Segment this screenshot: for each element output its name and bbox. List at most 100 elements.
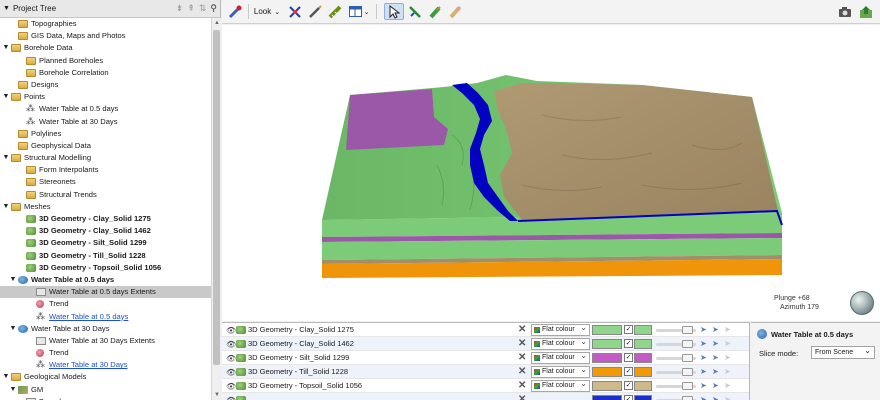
option-icon[interactable]: ➤	[724, 367, 731, 376]
view-compass-icon[interactable]	[850, 291, 874, 315]
colour-mode-select[interactable]: Flat colour	[531, 323, 590, 336]
look-menu-button[interactable]: Look ⌄	[252, 3, 282, 20]
expand-arrow-icon[interactable]: ▼	[2, 152, 10, 164]
opacity-slider-thumb[interactable]	[682, 326, 693, 334]
select-tool-button[interactable]	[384, 3, 404, 20]
show-checkbox[interactable]: ✓	[624, 381, 633, 390]
tree-item[interactable]: 3D Geometry - Topsoil_Solid 1056	[0, 262, 211, 274]
colour-swatch[interactable]	[592, 353, 622, 363]
tree-item[interactable]: Water Table at 0.5 days	[0, 310, 211, 323]
collapse-arrow-icon[interactable]: ▼	[3, 5, 10, 12]
eraser-tool-button[interactable]	[446, 3, 464, 20]
tree-item[interactable]: Topographies	[0, 18, 211, 30]
visibility-eye-icon[interactable]: 👁	[226, 368, 236, 377]
tree-item[interactable]: Water Table at 30 Days Extents	[0, 335, 211, 347]
remove-icon[interactable]: ✕	[518, 380, 526, 391]
expand-arrow-icon[interactable]: ▼	[2, 91, 10, 103]
tree-item[interactable]: ▼ Water Table at 0.5 days	[0, 274, 211, 286]
tree-item[interactable]: Polylines	[0, 128, 211, 140]
draw-slice-button[interactable]	[306, 3, 324, 20]
properties-arrow-icon[interactable]: ➤	[700, 353, 707, 362]
tree-item[interactable]: Trend	[0, 347, 211, 359]
opacity-slider-thumb[interactable]	[682, 354, 693, 362]
sort-icon[interactable]: ⇅	[199, 3, 207, 14]
tree-item[interactable]: Water Table at 30 Days	[0, 115, 211, 128]
visibility-eye-icon[interactable]: 👁	[226, 396, 236, 400]
geological-model-render[interactable]	[222, 25, 880, 321]
tree-item[interactable]: Water Table at 0.5 days Extents	[0, 286, 211, 299]
remove-icon[interactable]: ✕	[518, 394, 526, 400]
tree-item[interactable]: ▼ GM	[0, 384, 211, 396]
tree-item[interactable]: 3D Geometry - Clay_Solid 1462	[0, 225, 211, 237]
visibility-eye-icon[interactable]: 👁	[226, 340, 236, 349]
clip-arrow-icon[interactable]: ➤	[712, 367, 719, 376]
shape-row[interactable]: 👁 3D Geometry - Clay_Solid 1462 ✕ Flat colo…	[222, 337, 749, 351]
colour-swatch[interactable]	[592, 395, 622, 400]
tree-item[interactable]: Stereonets	[0, 176, 211, 188]
show-checkbox[interactable]: ✓	[624, 353, 633, 362]
shape-row[interactable]: 👁 3D Geometry - Till_Solid 1228 ✕ Flat colo…	[222, 365, 749, 379]
clip-arrow-icon[interactable]: ➤	[712, 339, 719, 348]
expand-arrow-icon[interactable]: ▼	[2, 201, 10, 213]
tree-item[interactable]: Designs	[0, 79, 211, 91]
export-scene-button[interactable]	[857, 3, 875, 20]
colour-swatch[interactable]	[592, 339, 622, 349]
tree-item[interactable]: GIS Data, Maps and Photos	[0, 30, 211, 42]
tree-item[interactable]: Boundary	[0, 396, 211, 400]
search-icon[interactable]: ⚲	[210, 3, 217, 14]
tree-item[interactable]: ▼ Borehole Data	[0, 42, 211, 54]
option-icon[interactable]: ➤	[724, 353, 731, 362]
option-icon[interactable]: ➤	[724, 381, 731, 390]
tree-scrollbar[interactable]: ▲ ▼	[211, 18, 221, 400]
move-down-icon[interactable]: ⇟	[176, 3, 184, 14]
opacity-slider-thumb[interactable]	[682, 382, 693, 390]
remove-icon[interactable]: ✕	[518, 338, 526, 349]
colour-swatch[interactable]	[592, 367, 622, 377]
clip-arrow-icon[interactable]: ➤	[712, 395, 719, 400]
show-checkbox[interactable]: ✓	[624, 367, 633, 376]
visibility-eye-icon[interactable]: 👁	[226, 354, 236, 363]
colour-swatch[interactable]	[592, 325, 622, 335]
option-icon[interactable]: ➤	[724, 339, 731, 348]
slice-mode-select[interactable]: From Scene	[811, 345, 875, 359]
tree-item[interactable]: ▼ Geological Models	[0, 371, 211, 383]
properties-arrow-icon[interactable]: ➤	[700, 325, 707, 334]
remove-icon[interactable]: ✕	[518, 324, 526, 335]
scrollbar-thumb[interactable]	[213, 30, 220, 365]
move-up-icon[interactable]: ⇞	[187, 3, 195, 14]
measure-button[interactable]	[326, 3, 344, 20]
show-checkbox[interactable]: ✓	[624, 395, 633, 400]
colour-swatch-secondary[interactable]	[634, 381, 652, 391]
shape-row[interactable]: 👁 ✕ ✓ ➤ ➤ ➤	[222, 393, 749, 400]
tree-item[interactable]: 3D Geometry - Silt_Solid 1299	[0, 237, 211, 249]
layout-menu-button[interactable]: ⌄	[347, 3, 371, 20]
clip-arrow-icon[interactable]: ➤	[712, 353, 719, 362]
properties-arrow-icon[interactable]: ➤	[700, 381, 707, 390]
show-checkbox[interactable]: ✓	[624, 325, 633, 334]
expand-arrow-icon[interactable]: ▼	[2, 42, 10, 54]
option-icon[interactable]: ➤	[724, 395, 731, 400]
tree-item[interactable]: ▼ Water Table at 30 Days	[0, 323, 211, 335]
option-icon[interactable]: ➤	[724, 325, 731, 334]
properties-arrow-icon[interactable]: ➤	[700, 339, 707, 348]
tree-item[interactable]: Planned Boreholes	[0, 55, 211, 67]
opacity-slider-thumb[interactable]	[682, 368, 693, 376]
colour-mode-select[interactable]: Flat colour	[531, 379, 590, 392]
colour-swatch[interactable]	[592, 381, 622, 391]
clip-arrow-icon[interactable]: ➤	[712, 381, 719, 390]
show-checkbox[interactable]: ✓	[624, 339, 633, 348]
paint-tool-button[interactable]	[426, 3, 444, 20]
colour-swatch-secondary[interactable]	[634, 395, 652, 400]
opacity-slider-thumb[interactable]	[682, 396, 693, 400]
tree-item[interactable]: Water Table at 30 Days	[0, 358, 211, 371]
colour-swatch-secondary[interactable]	[634, 325, 652, 335]
tree-item[interactable]: 3D Geometry - Clay_Solid 1275	[0, 213, 211, 225]
expand-arrow-icon[interactable]: ▼	[9, 384, 17, 396]
shape-row[interactable]: 👁 3D Geometry - Topsoil_Solid 1056 ✕ Flat c…	[222, 379, 749, 393]
tree-item[interactable]: ▼ Structural Modelling	[0, 152, 211, 164]
properties-arrow-icon[interactable]: ➤	[700, 395, 707, 400]
shape-row[interactable]: 👁 3D Geometry - Silt_Solid 1299 ✕ Flat colo…	[222, 351, 749, 365]
scroll-down-icon[interactable]: ▼	[213, 392, 221, 398]
colour-swatch-secondary[interactable]	[634, 353, 652, 363]
colour-swatch-secondary[interactable]	[634, 339, 652, 349]
